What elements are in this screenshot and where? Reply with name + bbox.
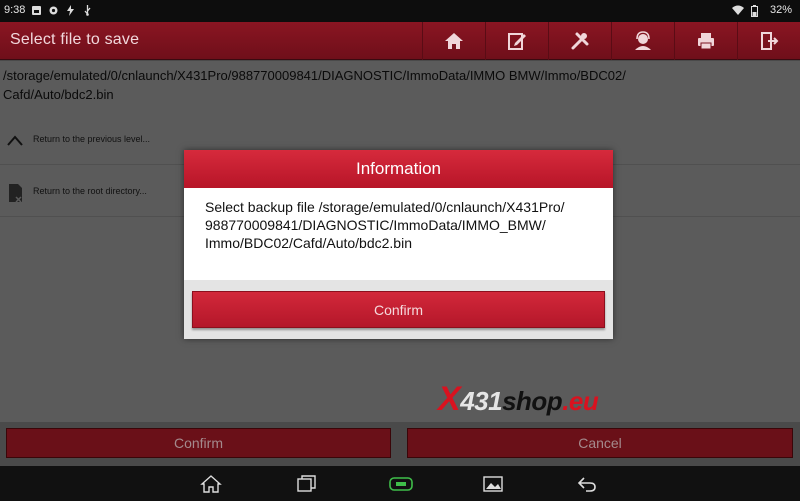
recents-icon[interactable] [295,474,317,494]
dialog-line-3: Immo/BDC02/Cafd/Auto/bdc2.bin [205,235,412,251]
confirm-button[interactable]: Confirm [6,428,391,458]
battery-icon [750,4,762,17]
page-title: Select file to save [10,31,140,48]
watermark-logo: X431shop.eu [438,380,599,418]
vci-icon[interactable] [388,474,414,494]
image-icon [31,5,42,16]
exit-button[interactable] [737,22,800,60]
print-button[interactable] [674,22,737,60]
dialog-message: Select backup file /storage/emulated/0/c… [205,198,595,252]
screenshot-icon[interactable] [482,474,504,494]
battery-level: 32% [769,4,792,16]
usb-icon [82,4,93,16]
chevron-up-icon [6,131,24,151]
path-line-1: /storage/emulated/0/cnlaunch/X431Pro/988… [3,68,626,83]
gear-icon [48,5,59,16]
information-dialog: Information Select backup file /storage/… [184,150,613,339]
list-item-label: Return to the previous level... [33,134,151,144]
edit-icon [508,33,526,50]
navigation-bar [0,466,800,501]
root-folder-icon [6,183,24,203]
dialog-title: Information [184,150,613,188]
tools-icon [571,32,589,50]
dialog-line-1: Select backup file /storage/emulated/0/c… [205,199,565,215]
back-icon[interactable] [576,474,598,494]
path-line-2: Cafd/Auto/bdc2.bin [3,87,114,102]
current-path: /storage/emulated/0/cnlaunch/X431Pro/988… [3,66,703,104]
support-button[interactable] [611,22,674,60]
list-item-label: Return to the root directory... [33,186,147,196]
exit-icon [761,32,779,50]
status-bar: 9:38 32% [0,0,800,22]
home-icon [445,33,463,49]
support-icon [635,31,651,50]
tools-button[interactable] [548,22,611,60]
dialog-footer: Confirm [184,280,613,339]
edit-button[interactable] [485,22,548,60]
cancel-button[interactable]: Cancel [407,428,793,458]
wifi-icon [731,5,744,16]
dialog-line-2: 988770009841/DIAGNOSTIC/ImmoData/IMMO_BM… [205,217,546,233]
home-button[interactable] [422,22,485,60]
clock: 9:38 [4,4,26,16]
dialog-confirm-button[interactable]: Confirm [192,291,605,328]
flash-icon [65,4,76,16]
home-icon[interactable] [200,474,222,494]
toolbar [422,22,800,60]
print-icon [698,33,714,50]
title-bar: Select file to save [0,22,800,60]
